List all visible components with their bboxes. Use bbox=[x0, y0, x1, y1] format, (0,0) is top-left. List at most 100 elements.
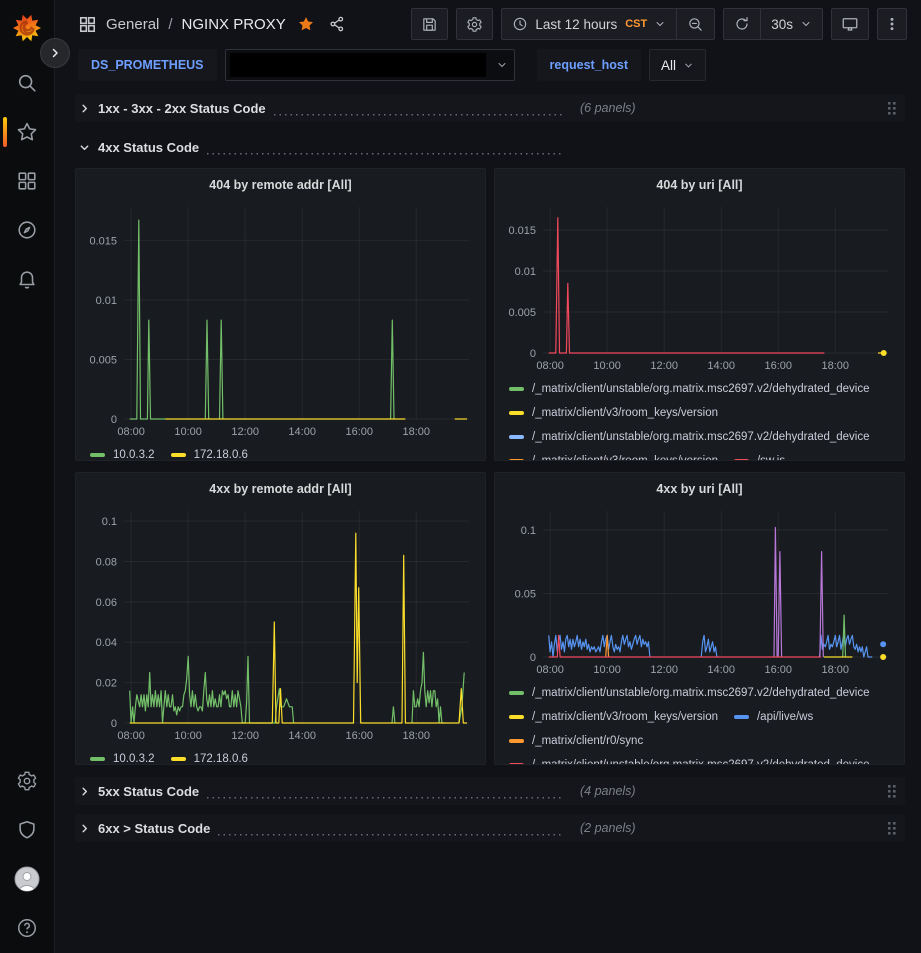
timeseries-chart[interactable]: 00.050.108:0010:0012:0014:0016:0018:00 bbox=[503, 499, 896, 679]
legend-swatch bbox=[509, 715, 524, 719]
breadcrumb-section[interactable]: General bbox=[106, 16, 159, 33]
legend-item[interactable]: 172.18.0.6 bbox=[171, 747, 248, 764]
legend-swatch bbox=[509, 739, 524, 743]
legend-item[interactable]: 172.18.0.6 bbox=[171, 443, 248, 460]
row-header-1xx-3xx-2xx[interactable]: 1xx - 3xx - 2xx Status Code (6 panels) bbox=[75, 94, 905, 122]
save-icon bbox=[421, 16, 438, 33]
row-left: 4xx Status Code bbox=[79, 140, 566, 155]
drag-handle-icon[interactable] bbox=[885, 782, 899, 801]
svg-text:14:00: 14:00 bbox=[288, 426, 316, 438]
sidebar-bottom-items bbox=[0, 770, 54, 939]
legend-item[interactable]: /sw.js bbox=[734, 449, 785, 460]
legend-item[interactable]: 10.0.3.2 bbox=[90, 443, 155, 460]
legend-swatch bbox=[509, 459, 524, 460]
refresh-interval-label: 30s bbox=[771, 17, 793, 32]
share-icon[interactable] bbox=[328, 15, 346, 33]
panel-title[interactable]: 4xx by remote addr [All] bbox=[84, 479, 477, 499]
refresh-interval-dropdown[interactable]: 30s bbox=[760, 9, 822, 39]
svg-text:0.01: 0.01 bbox=[96, 295, 117, 307]
legend-label: 172.18.0.6 bbox=[194, 753, 248, 764]
datasource-select[interactable] bbox=[225, 49, 515, 81]
timeseries-chart[interactable]: 00.0050.010.01508:0010:0012:0014:0016:00… bbox=[84, 195, 477, 441]
row-header-5xx[interactable]: 5xx Status Code (4 panels) bbox=[75, 777, 905, 805]
time-range-picker[interactable]: Last 12 hours CST bbox=[502, 9, 676, 39]
svg-text:0.06: 0.06 bbox=[96, 597, 117, 609]
legend-item[interactable]: /_matrix/client/unstable/org.matrix.msc2… bbox=[509, 753, 870, 764]
dotted-leader bbox=[218, 831, 562, 836]
timezone-label: CST bbox=[625, 18, 647, 30]
sidebar-item-help[interactable] bbox=[0, 917, 54, 939]
variables-bar: DS_PROMETHEUS request_host All bbox=[55, 48, 921, 88]
svg-text:08:00: 08:00 bbox=[117, 730, 145, 742]
legend-label: 172.18.0.6 bbox=[194, 449, 248, 460]
dashboard-settings-button[interactable] bbox=[456, 8, 493, 40]
legend-item[interactable]: /_matrix/client/v3/room_keys/version bbox=[509, 705, 718, 729]
legend-item[interactable]: /_matrix/client/unstable/org.matrix.msc2… bbox=[509, 681, 870, 705]
sidebar-item-alerting[interactable] bbox=[0, 268, 54, 290]
panel-title[interactable]: 404 by remote addr [All] bbox=[84, 175, 477, 195]
star-icon bbox=[16, 121, 38, 143]
legend-item[interactable]: /api/live/ws bbox=[734, 705, 813, 729]
svg-text:12:00: 12:00 bbox=[231, 730, 259, 742]
legend: 10.0.3.2 172.18.0.6 bbox=[84, 441, 477, 460]
topbar: General / NGINX PROXY bbox=[55, 0, 921, 48]
topbar-actions: Last 12 hours CST bbox=[411, 8, 907, 40]
row-header-4xx[interactable]: 4xx Status Code bbox=[75, 133, 905, 161]
svg-text:0.005: 0.005 bbox=[508, 307, 536, 319]
sidebar-expand-button[interactable] bbox=[40, 38, 70, 68]
legend-swatch bbox=[171, 757, 186, 761]
sidebar-item-explore[interactable] bbox=[0, 219, 54, 241]
chevron-right-icon bbox=[79, 103, 90, 114]
legend-item[interactable]: 10.0.3.2 bbox=[90, 747, 155, 764]
panel-4xx-by-uri: 4xx by uri [All] 00.050.108:0010:0012:00… bbox=[494, 472, 905, 765]
sidebar-item-search[interactable] bbox=[0, 72, 54, 94]
sidebar-item-starred[interactable] bbox=[0, 121, 54, 143]
zoom-out-button[interactable] bbox=[676, 9, 714, 39]
sidebar-item-dashboards[interactable] bbox=[0, 170, 54, 192]
chevron-right-icon bbox=[79, 823, 90, 834]
sidebar-item-settings[interactable] bbox=[0, 770, 54, 792]
legend-item[interactable]: /_matrix/client/v3/room_keys/version bbox=[509, 401, 718, 425]
svg-text:0.04: 0.04 bbox=[96, 637, 117, 649]
svg-text:0: 0 bbox=[111, 718, 117, 730]
panel-title[interactable]: 4xx by uri [All] bbox=[503, 479, 896, 499]
legend-item[interactable]: /_matrix/client/r0/sync bbox=[509, 729, 643, 753]
cycle-view-button[interactable] bbox=[831, 8, 869, 40]
legend-item[interactable]: /_matrix/client/unstable/org.matrix.msc2… bbox=[509, 425, 870, 449]
row-title: 5xx Status Code bbox=[98, 784, 199, 799]
drag-handle-icon[interactable] bbox=[885, 819, 899, 838]
refresh-controls: 30s bbox=[723, 8, 823, 40]
drag-handle-icon[interactable] bbox=[885, 99, 899, 118]
sidebar-item-profile[interactable] bbox=[0, 868, 54, 890]
favorite-star-icon[interactable] bbox=[297, 15, 315, 33]
legend-item[interactable]: /_matrix/client/v3/room_keys/version bbox=[509, 449, 718, 460]
svg-text:08:00: 08:00 bbox=[536, 360, 564, 372]
kebab-icon bbox=[884, 16, 900, 32]
legend-item[interactable]: /_matrix/client/unstable/org.matrix.msc2… bbox=[509, 377, 870, 401]
request-host-select[interactable]: All bbox=[649, 49, 706, 81]
clock-icon bbox=[512, 16, 528, 32]
row-title: 1xx - 3xx - 2xx Status Code bbox=[98, 101, 266, 116]
refresh-button[interactable] bbox=[724, 9, 760, 39]
timeseries-chart[interactable]: 00.020.040.060.080.108:0010:0012:0014:00… bbox=[84, 499, 477, 745]
sidebar-item-server-admin[interactable] bbox=[0, 819, 54, 841]
legend-swatch bbox=[734, 715, 749, 719]
svg-text:0: 0 bbox=[111, 414, 117, 426]
sidebar-top-items bbox=[0, 72, 54, 290]
grafana-logo-icon[interactable] bbox=[11, 12, 43, 44]
legend: 10.0.3.2 172.18.0.6 bbox=[84, 745, 477, 764]
kebab-menu-button[interactable] bbox=[877, 8, 907, 40]
zoom-out-icon bbox=[687, 16, 704, 33]
row-header-6xx[interactable]: 6xx > Status Code (2 panels) bbox=[75, 814, 905, 842]
save-dashboard-button[interactable] bbox=[411, 8, 448, 40]
panel-title[interactable]: 404 by uri [All] bbox=[503, 175, 896, 195]
variable-label-ds-prometheus: DS_PROMETHEUS bbox=[78, 49, 217, 81]
chevron-down-icon bbox=[683, 60, 694, 71]
search-icon bbox=[16, 72, 38, 94]
legend-label: 10.0.3.2 bbox=[113, 449, 155, 460]
timeseries-chart[interactable]: 00.0050.010.01508:0010:0012:0014:0016:00… bbox=[503, 195, 896, 375]
dotted-leader bbox=[207, 794, 562, 799]
panel-count: (6 panels) bbox=[580, 101, 636, 115]
breadcrumb-title[interactable]: NGINX PROXY bbox=[182, 16, 286, 33]
row-left: 1xx - 3xx - 2xx Status Code bbox=[79, 101, 566, 116]
